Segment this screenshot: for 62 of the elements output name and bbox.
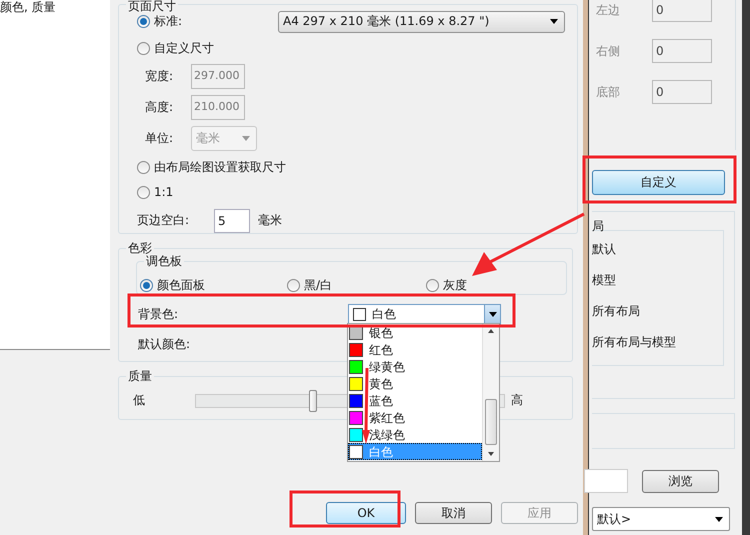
radio-icon[interactable]	[137, 42, 150, 56]
group-title: 调色板	[144, 254, 184, 268]
list-item[interactable]: 紫红色	[348, 409, 482, 426]
input-field[interactable]: 5	[214, 208, 250, 233]
radio-icon[interactable]	[287, 279, 300, 292]
radio-icon[interactable]	[137, 15, 150, 28]
input-field[interactable]	[584, 469, 628, 493]
radio-button[interactable]: 灰度	[426, 277, 467, 294]
field-label: 默认颜色:	[137, 336, 190, 353]
slider-label: 高	[511, 392, 523, 409]
caret-icon	[715, 516, 723, 522]
down-arrow-icon	[488, 452, 494, 456]
browse-button[interactable]: 浏览	[642, 470, 719, 492]
field-label: 右侧	[595, 42, 621, 60]
dropdown[interactable]: 默认>	[592, 507, 730, 531]
option-label[interactable]: 所有布局	[592, 303, 723, 334]
option-label[interactable]: 模型	[592, 272, 723, 303]
list-item[interactable]: 绿黄色	[348, 358, 482, 375]
group-title: 页面尺寸	[126, 0, 178, 13]
custom-button[interactable]: 自定义	[592, 170, 725, 195]
radio-icon[interactable]	[137, 160, 150, 174]
caret-icon	[550, 19, 558, 24]
field-label: 页边空白:	[137, 212, 190, 230]
dialog-button[interactable]: 取消	[415, 502, 492, 524]
group-title: 局	[592, 218, 604, 235]
field-label: 单位:	[145, 130, 174, 148]
group-title: 质量	[126, 369, 154, 383]
field-label: 底部	[595, 84, 621, 100]
slider-thumb[interactable]	[309, 390, 318, 412]
color-dropdown[interactable]: 白色	[348, 304, 501, 326]
radio-button[interactable]: 1:1	[137, 185, 174, 200]
radio-button[interactable]: 黑/白	[287, 277, 426, 294]
size-dropdown[interactable]: A4 297 x 210 毫米 (11.69 x 8.27 ")	[278, 10, 565, 33]
option-label[interactable]: 所有布局与模型	[592, 334, 723, 365]
scrollbar-thumb[interactable]	[485, 399, 497, 445]
slider-label: 低	[133, 392, 146, 409]
radio-icon[interactable]	[426, 279, 439, 292]
up-arrow-icon	[488, 329, 494, 333]
caret-icon	[488, 312, 496, 317]
field-label: 高度:	[145, 99, 174, 116]
list-item[interactable]: 浅绿色	[348, 426, 482, 443]
caret-icon	[242, 136, 250, 142]
radio-button[interactable]: 标准:	[137, 13, 182, 30]
dialog-button[interactable]: OK	[326, 502, 406, 524]
radio-button[interactable]: 自定义尺寸	[137, 40, 214, 58]
option-label[interactable]: 默认	[592, 241, 723, 272]
field-label: 背景色:	[138, 306, 180, 323]
radio-icon[interactable]	[140, 279, 153, 292]
radio-button[interactable]: 颜色面板	[140, 277, 287, 294]
radio-button[interactable]: 由布局绘图设置获取尺寸	[137, 158, 286, 176]
field-label: 宽度:	[145, 68, 174, 86]
list-text: 颜色, 质量	[0, 0, 57, 14]
scrollbar[interactable]	[482, 324, 499, 461]
dropdown-button[interactable]	[484, 304, 500, 324]
list-item[interactable]: 银色	[348, 324, 482, 341]
unit-label: 毫米	[258, 212, 282, 230]
group-title: 色彩	[126, 241, 154, 255]
radio-icon[interactable]	[137, 186, 150, 199]
list-item[interactable]: 黄色	[348, 375, 482, 392]
field-label: 左边	[595, 2, 621, 18]
list-item[interactable]: 红色	[348, 341, 482, 358]
list-item[interactable]: 蓝色	[348, 392, 482, 409]
